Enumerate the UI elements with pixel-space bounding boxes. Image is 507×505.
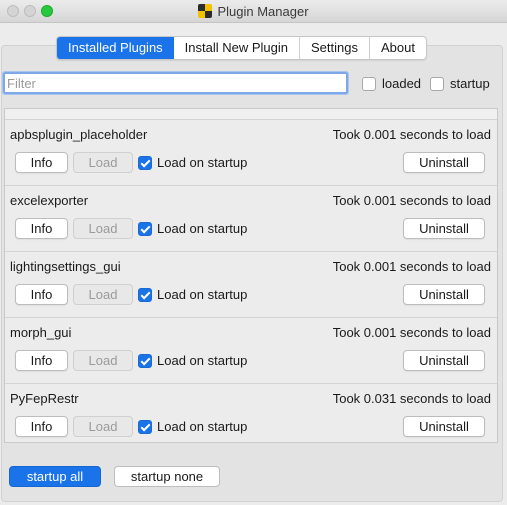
load-on-startup-option[interactable]: Load on startup xyxy=(138,155,247,170)
load-on-startup-label: Load on startup xyxy=(157,353,248,368)
title-bar: Plugin Manager xyxy=(0,0,507,23)
load-on-startup-label: Load on startup xyxy=(157,221,248,236)
plugin-item: PyFepRestr Took 0.031 seconds to load In… xyxy=(5,383,497,442)
startup-checkbox[interactable] xyxy=(430,76,444,91)
plugin-load-time: Took 0.031 seconds to load xyxy=(332,391,491,406)
plugin-name: lightingsettings_gui xyxy=(10,259,121,274)
plugin-name: excelexporter xyxy=(10,193,89,208)
info-button[interactable]: Info xyxy=(15,284,68,305)
filter-input[interactable] xyxy=(5,74,346,92)
startup-all-button[interactable]: startup all xyxy=(9,466,101,487)
load-on-startup-option[interactable]: Load on startup xyxy=(138,419,247,434)
plugin-load-time: Took 0.001 seconds to load xyxy=(332,127,491,142)
startup-filter-option[interactable]: startup xyxy=(430,76,490,91)
info-button[interactable]: Info xyxy=(15,350,68,371)
load-button[interactable]: Load xyxy=(73,284,133,305)
load-on-startup-option[interactable]: Load on startup xyxy=(138,221,247,236)
plugin-load-time: Took 0.001 seconds to load xyxy=(332,325,491,340)
plugin-item: apbsplugin_placeholder Took 0.001 second… xyxy=(5,119,497,185)
load-button[interactable]: Load xyxy=(73,218,133,239)
pymol-icon xyxy=(198,4,213,18)
load-on-startup-checkbox[interactable] xyxy=(138,155,152,170)
uninstall-button[interactable]: Uninstall xyxy=(403,218,485,239)
plugin-item: lightingsettings_gui Took 0.001 seconds … xyxy=(5,251,497,317)
startup-none-button[interactable]: startup none xyxy=(114,466,220,487)
load-on-startup-checkbox[interactable] xyxy=(138,353,152,368)
load-on-startup-label: Load on startup xyxy=(157,155,248,170)
tab-install-new-plugin[interactable]: Install New Plugin xyxy=(174,37,300,59)
plugin-name: morph_gui xyxy=(10,325,72,340)
plugin-name: PyFepRestr xyxy=(10,391,79,406)
load-on-startup-option[interactable]: Load on startup xyxy=(138,287,247,302)
plugin-list[interactable]: apbsplugin_placeholder Took 0.001 second… xyxy=(4,108,498,443)
info-button[interactable]: Info xyxy=(15,416,68,437)
window-title: Plugin Manager xyxy=(217,3,309,19)
uninstall-button[interactable]: Uninstall xyxy=(403,416,485,437)
tab-bar: Installed Plugins Install New Plugin Set… xyxy=(56,36,427,60)
load-on-startup-label: Load on startup xyxy=(157,287,248,302)
loaded-label: loaded xyxy=(382,76,422,91)
plugin-name: apbsplugin_placeholder xyxy=(10,127,148,142)
loaded-checkbox[interactable] xyxy=(362,76,376,91)
load-on-startup-checkbox[interactable] xyxy=(138,287,152,302)
uninstall-button[interactable]: Uninstall xyxy=(403,350,485,371)
plugin-item: excelexporter Took 0.001 seconds to load… xyxy=(5,185,497,251)
load-button[interactable]: Load xyxy=(73,416,133,437)
info-button[interactable]: Info xyxy=(15,218,68,239)
filter-field xyxy=(2,71,349,95)
load-on-startup-checkbox[interactable] xyxy=(138,419,152,434)
info-button[interactable]: Info xyxy=(15,152,68,173)
tab-installed-plugins[interactable]: Installed Plugins xyxy=(57,37,174,59)
load-button[interactable]: Load xyxy=(73,152,133,173)
tab-about[interactable]: About xyxy=(370,37,426,59)
startup-label: startup xyxy=(450,76,490,91)
window-title-group: Plugin Manager xyxy=(0,0,507,22)
load-button[interactable]: Load xyxy=(73,350,133,371)
load-on-startup-checkbox[interactable] xyxy=(138,221,152,236)
uninstall-button[interactable]: Uninstall xyxy=(403,152,485,173)
tab-settings[interactable]: Settings xyxy=(300,37,370,59)
uninstall-button[interactable]: Uninstall xyxy=(403,284,485,305)
plugin-load-time: Took 0.001 seconds to load xyxy=(332,193,491,208)
loaded-filter-option[interactable]: loaded xyxy=(362,76,421,91)
load-on-startup-option[interactable]: Load on startup xyxy=(138,353,247,368)
plugin-item: morph_gui Took 0.001 seconds to load Inf… xyxy=(5,317,497,383)
plugin-load-time: Took 0.001 seconds to load xyxy=(332,259,491,274)
load-on-startup-label: Load on startup xyxy=(157,419,248,434)
